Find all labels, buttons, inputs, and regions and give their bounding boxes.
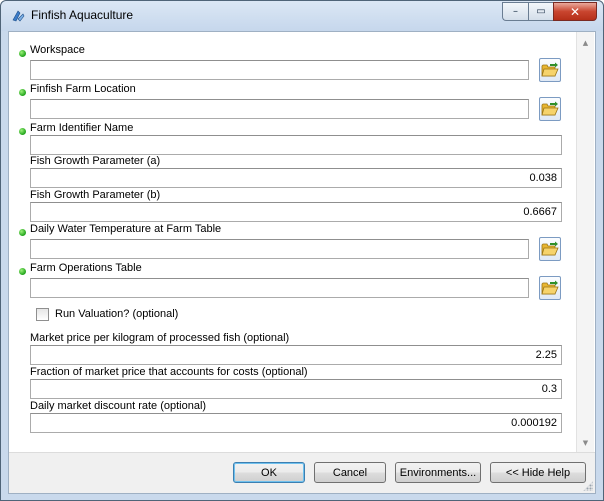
farm-ops-table-input[interactable] — [30, 278, 529, 298]
farm-identifier-label: Farm Identifier Name — [30, 122, 134, 134]
discount-rate-input[interactable]: 0.000192 — [30, 413, 562, 433]
close-icon: ✕ — [569, 4, 581, 19]
maximize-button[interactable]: ▭ — [528, 2, 553, 21]
cancel-button[interactable]: Cancel — [314, 462, 386, 483]
close-button[interactable]: ✕ — [553, 2, 597, 21]
farm-location-input[interactable] — [30, 99, 529, 119]
farm-location-label: Finfish Farm Location — [30, 83, 136, 95]
maximize-icon: ▭ — [536, 6, 546, 17]
cost-fraction-input[interactable]: 0.3 — [30, 379, 562, 399]
hide-help-button[interactable]: << Hide Help — [490, 462, 586, 483]
discount-rate-label: Daily market discount rate (optional) — [30, 400, 207, 412]
required-indicator-icon — [19, 89, 26, 96]
run-valuation-checkbox[interactable] — [36, 308, 49, 321]
growth-a-input[interactable]: 0.038 — [30, 168, 562, 188]
environments-button[interactable]: Environments... — [395, 462, 481, 483]
farm-identifier-input[interactable] — [30, 135, 562, 155]
farm-ops-table-label: Farm Operations Table — [30, 262, 142, 274]
growth-a-label: Fish Growth Parameter (a) — [30, 155, 161, 167]
ok-button[interactable]: OK — [233, 462, 305, 483]
water-temp-table-browse-button[interactable] — [539, 237, 561, 261]
required-indicator-icon — [19, 128, 26, 135]
required-indicator-icon — [19, 268, 26, 275]
open-folder-icon — [541, 101, 559, 116]
market-price-label: Market price per kilogram of processed f… — [30, 332, 290, 344]
market-price-input[interactable]: 2.25 — [30, 345, 562, 365]
minimize-button[interactable]: – — [502, 2, 528, 21]
toolbox-icon — [10, 8, 26, 24]
workspace-browse-button[interactable] — [539, 58, 561, 82]
window-title: Finfish Aquaculture — [31, 8, 134, 22]
tool-dialog-window: Finfish Aquaculture – ▭ ✕ Workspace Finf… — [0, 0, 604, 501]
window-controls: – ▭ ✕ — [502, 2, 597, 21]
water-temp-table-label: Daily Water Temperature at Farm Table — [30, 223, 222, 235]
open-folder-icon — [541, 241, 559, 256]
dialog-button-bar: OK Cancel Environments... << Hide Help — [9, 452, 595, 493]
required-indicator-icon — [19, 50, 26, 57]
scroll-up-button[interactable]: ▲ — [577, 34, 594, 51]
scroll-up-icon: ▲ — [582, 38, 589, 47]
farm-location-browse-button[interactable] — [539, 97, 561, 121]
water-temp-table-input[interactable] — [30, 239, 529, 259]
open-folder-icon — [541, 280, 559, 295]
minimize-icon: – — [513, 6, 518, 17]
farm-ops-table-browse-button[interactable] — [539, 276, 561, 300]
dialog-client-area: Workspace Finfish Farm Location Farm Ide… — [8, 31, 596, 494]
run-valuation-label: Run Valuation? (optional) — [55, 308, 179, 320]
required-indicator-icon — [19, 229, 26, 236]
scroll-down-icon: ▼ — [582, 438, 589, 447]
cost-fraction-label: Fraction of market price that accounts f… — [30, 366, 308, 378]
parameter-form: Workspace Finfish Farm Location Farm Ide… — [9, 32, 595, 452]
growth-b-input[interactable]: 0.6667 — [30, 202, 562, 222]
workspace-label: Workspace — [30, 44, 85, 56]
workspace-input[interactable] — [30, 60, 529, 80]
open-folder-icon — [541, 62, 559, 77]
title-bar[interactable]: Finfish Aquaculture – ▭ ✕ — [1, 1, 603, 31]
vertical-scrollbar[interactable]: ▲ ▼ — [576, 32, 594, 452]
growth-b-label: Fish Growth Parameter (b) — [30, 189, 161, 201]
scroll-down-button[interactable]: ▼ — [577, 434, 594, 451]
